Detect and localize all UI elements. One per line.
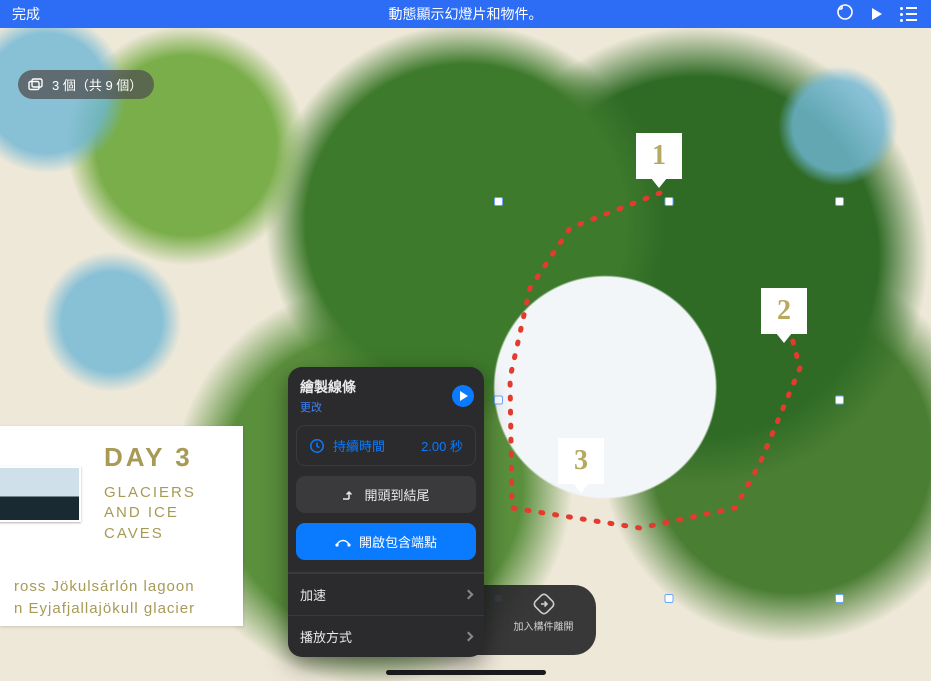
map-marker-3[interactable]: 3 (558, 438, 604, 484)
play-mode-label: 播放方式 (300, 627, 352, 646)
include-endpoints-label: 開啟包含端點 (359, 532, 437, 551)
play-mode-row[interactable]: 播放方式 (288, 615, 484, 657)
top-toolbar: 完成 動態顯示幻燈片和物件。 (0, 0, 931, 28)
duration-value: 2.00 秒 (421, 436, 463, 455)
include-endpoints-button[interactable]: 開啟包含端點 (296, 523, 476, 560)
build-popover: 繪製線條 更改 持續時間 2.00 秒 開頭到結尾 開啟包含端點 加速 播放方式 (288, 367, 484, 657)
popover-title: 繪製線條 (300, 377, 356, 397)
start-to-end-button[interactable]: 開頭到結尾 (296, 476, 476, 513)
accelerate-label: 加速 (300, 585, 326, 604)
slide-counter-text: 3 個（共 9 個） (52, 75, 142, 94)
toolbar-title: 動態顯示幻燈片和物件。 (0, 4, 931, 24)
clock-icon (309, 438, 325, 454)
done-button[interactable]: 完成 (0, 4, 52, 24)
endpoints-icon (335, 536, 351, 548)
chevron-right-icon (464, 632, 474, 642)
duration-row[interactable]: 持續時間 2.00 秒 (296, 425, 476, 466)
map-marker-2[interactable]: 2 (761, 288, 807, 334)
resize-handle[interactable] (835, 594, 844, 603)
selection-frame[interactable] (498, 201, 840, 599)
start-to-end-label: 開頭到結尾 (364, 485, 429, 504)
home-indicator[interactable] (386, 670, 546, 675)
chevron-right-icon (464, 590, 474, 600)
resize-handle[interactable] (665, 197, 674, 206)
add-exit-icon (533, 593, 555, 615)
tool-label: 加入構件離開 (514, 618, 574, 633)
resize-handle[interactable] (494, 396, 503, 405)
map-marker-1[interactable]: 1 (636, 133, 682, 179)
change-button[interactable]: 更改 (300, 399, 356, 415)
tool-add-exit[interactable]: 加入構件離開 (514, 593, 574, 649)
slides-icon (28, 78, 44, 92)
duration-label: 持續時間 (333, 436, 385, 455)
outline-button[interactable] (900, 7, 917, 22)
undo-button[interactable] (836, 3, 854, 26)
preview-play-button[interactable] (452, 385, 474, 407)
resize-handle[interactable] (835, 396, 844, 405)
slide-canvas[interactable]: 3 個（共 9 個） 1 2 3 DAY 3 GLACIERS AND ICE … (0, 28, 931, 681)
accelerate-row[interactable]: 加速 (288, 573, 484, 615)
direction-icon (342, 489, 356, 501)
play-button[interactable] (872, 8, 882, 20)
resize-handle[interactable] (665, 594, 674, 603)
resize-handle[interactable] (494, 197, 503, 206)
resize-handle[interactable] (835, 197, 844, 206)
slide-counter-pill[interactable]: 3 個（共 9 個） (18, 70, 154, 99)
